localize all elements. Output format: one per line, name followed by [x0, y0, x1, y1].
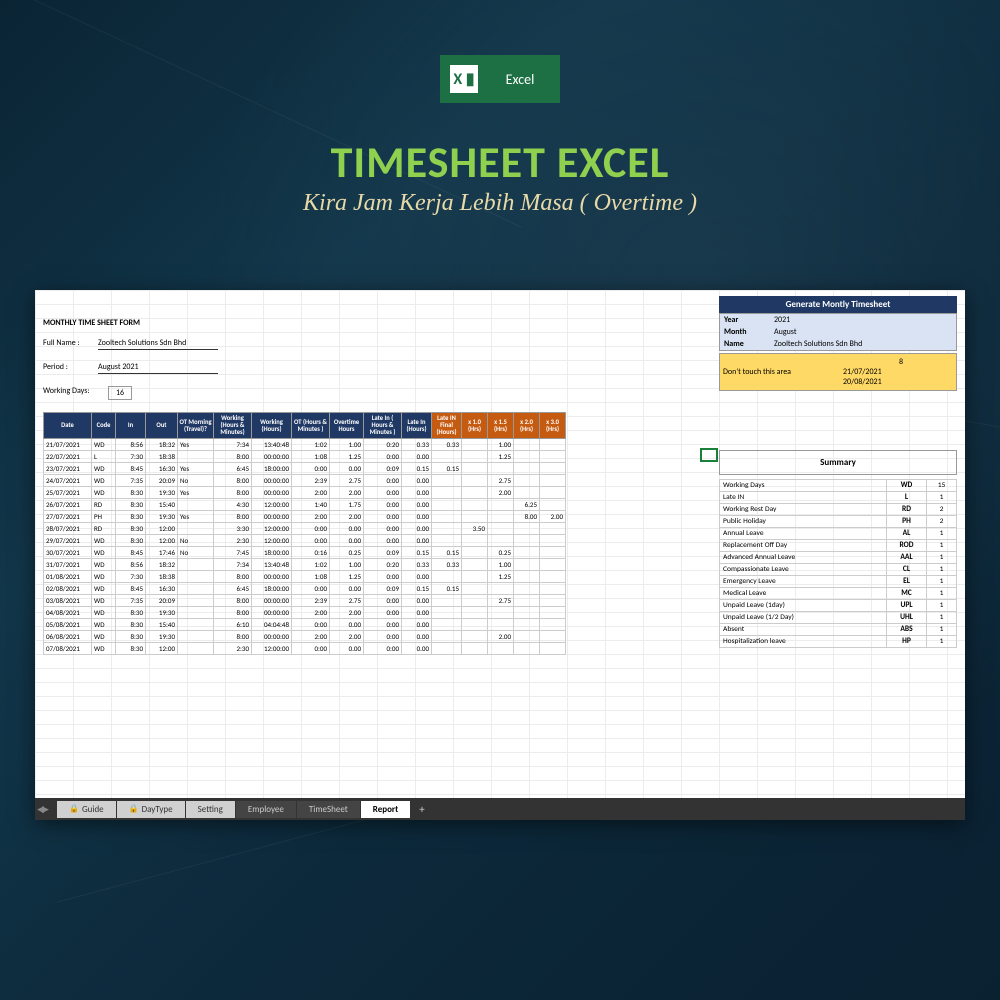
col-date: Date: [44, 413, 92, 439]
warning-panel: 8 Don't touch this area21/07/2021 20/08/…: [719, 353, 957, 391]
col-overtime-h: Overtime Hours: [330, 413, 364, 439]
excel-badge: X ▮ Excel: [440, 55, 560, 103]
lock-icon: 🔒: [69, 804, 79, 814]
full-name-value[interactable]: Zooltech Solutions Sdn Bhd: [98, 338, 218, 350]
tab-guide[interactable]: 🔒Guide: [57, 801, 116, 818]
period-label: Period :: [43, 362, 98, 374]
summary-row: Annual LeaveAL1: [720, 528, 957, 540]
summary-row: Unpaid Leave (1day)UPL1: [720, 600, 957, 612]
col-code: Code: [92, 413, 116, 439]
table-row[interactable]: 31/07/2021WD8:5618:327:3413:40:481:021.0…: [44, 559, 566, 571]
col-latein-final: Late IN Final (Hours): [432, 413, 462, 439]
col-working-hm: Working (Hours & Minutes): [214, 413, 252, 439]
table-row[interactable]: 24/07/2021WD7:3520:09No8:0000:00:002:392…: [44, 475, 566, 487]
tab-nav-icon[interactable]: ◀ ▶: [37, 804, 47, 815]
gen-year-label: Year: [724, 315, 774, 325]
summary-row: Replacement Off DayROD1: [720, 540, 957, 552]
spreadsheet-window: MONTHLY TIME SHEET FORM Full Name : Zool…: [35, 290, 965, 820]
page-subtitle: Kira Jam Kerja Lebih Masa ( Overtime ): [0, 190, 1000, 217]
table-row[interactable]: 06/08/2021WD8:3019:308:0000:00:002:002.0…: [44, 631, 566, 643]
tab-add-button[interactable]: +: [411, 803, 432, 816]
summary-row: Medical LeaveMC1: [720, 588, 957, 600]
period-value[interactable]: August 2021: [98, 362, 218, 374]
table-row[interactable]: 04/08/2021WD8:3019:308:0000:00:002:002.0…: [44, 607, 566, 619]
tab-daytype[interactable]: 🔒DayType: [117, 801, 185, 818]
table-row[interactable]: 05/08/2021WD8:3015:406:1004:04:480:000.0…: [44, 619, 566, 631]
summary-row: Emergency LeaveEL1: [720, 576, 957, 588]
summary-row: Compassionate LeaveCL1: [720, 564, 957, 576]
warn-date2: 20/08/2021: [843, 377, 882, 387]
summary-table: Working DaysWD15Late INL1Working Rest Da…: [719, 479, 957, 648]
gen-month-label: Month: [724, 327, 774, 337]
table-row[interactable]: 23/07/2021WD8:4516:30Yes6:4518:00:000:00…: [44, 463, 566, 475]
col-x10: x 1.0 (Hrs): [462, 413, 488, 439]
generate-title: Generate Montly Timesheet: [719, 296, 957, 313]
summary-row: Public HolidayPH2: [720, 516, 957, 528]
excel-label: Excel: [488, 71, 560, 88]
gen-year[interactable]: 2021: [774, 315, 790, 325]
warn-text: Don't touch this area: [723, 367, 843, 377]
col-out: Out: [146, 413, 178, 439]
summary-row: Unpaid Leave (1/2 Day)UHL1: [720, 612, 957, 624]
table-row[interactable]: 26/07/2021RD8:3015:404:3012:00:001:401.7…: [44, 499, 566, 511]
generate-panel: Generate Montly Timesheet Year2021 Month…: [719, 296, 957, 391]
summary-row: Advanced Annual LeaveAAL1: [720, 552, 957, 564]
summary-row: Working DaysWD15: [720, 480, 957, 492]
tab-setting[interactable]: Setting: [186, 801, 235, 818]
page-title: TIMESHEET EXCEL: [0, 135, 1000, 189]
lock-icon: 🔒: [129, 804, 139, 814]
table-row[interactable]: 29/07/2021WD8:3012:00No2:3012:00:000:000…: [44, 535, 566, 547]
working-days-label: Working Days:: [43, 386, 108, 400]
table-row[interactable]: 03/08/2021WD7:3520:098:0000:00:002:392.7…: [44, 595, 566, 607]
col-ot-hm: OT (Hours & Minutes ): [292, 413, 330, 439]
table-row[interactable]: 01/08/2021WD7:3018:388:0000:00:001:081.2…: [44, 571, 566, 583]
table-row[interactable]: 28/07/2021RD8:3012:003:3012:00:000:000.0…: [44, 523, 566, 535]
tab-report[interactable]: Report: [361, 801, 410, 818]
col-x20: x 2.0 (Hrs): [514, 413, 540, 439]
cell-selection[interactable]: [700, 448, 718, 462]
gen-month[interactable]: August: [774, 327, 797, 337]
tab-timesheet[interactable]: TimeSheet: [297, 801, 360, 818]
col-x15: x 1.5 (Hrs): [488, 413, 514, 439]
table-row[interactable]: 22/07/2021L7:3018:388:0000:00:001:081.25…: [44, 451, 566, 463]
gen-name[interactable]: Zooltech Solutions Sdn Bhd: [774, 339, 862, 349]
table-row[interactable]: 02/08/2021WD8:4516:306:4518:00:000:000.0…: [44, 583, 566, 595]
col-ot-morning: OT Morning (Travel)?: [178, 413, 214, 439]
table-row[interactable]: 30/07/2021WD8:4517:46No7:4518:00:000:160…: [44, 547, 566, 559]
summary-row: AbsentABS1: [720, 624, 957, 636]
col-x30: x 3.0 (Hrs): [540, 413, 566, 439]
summary-title: Summary: [719, 450, 957, 475]
summary-row: Late INL1: [720, 492, 957, 504]
full-name-label: Full Name :: [43, 338, 98, 350]
warn-date1: 21/07/2021: [843, 367, 882, 377]
table-row[interactable]: 07/08/2021WD8:3012:002:3012:00:000:000.0…: [44, 643, 566, 655]
col-latein-hm: Late In ( Hours & Minutes ): [364, 413, 402, 439]
gen-name-label: Name: [724, 339, 774, 349]
table-row[interactable]: 21/07/2021WD8:5618:32Yes7:3413:40:481:02…: [44, 439, 566, 451]
working-days-value[interactable]: 16: [108, 386, 132, 400]
summary-row: Working Rest DayRD2: [720, 504, 957, 516]
yellow-num: 8: [723, 357, 953, 367]
timesheet-table[interactable]: Date Code In Out OT Morning (Travel)? Wo…: [43, 412, 566, 655]
sheet-tabs: ◀ ▶ 🔒Guide 🔒DayType Setting Employee Tim…: [35, 798, 965, 820]
table-row[interactable]: 27/07/2021PH8:3019:30Yes8:0000:00:002:00…: [44, 511, 566, 523]
col-latein-h: Late In (Hours): [402, 413, 432, 439]
excel-icon: X ▮: [440, 55, 488, 103]
col-working-h: Working (Hours): [252, 413, 292, 439]
summary-panel: Summary Working DaysWD15Late INL1Working…: [719, 450, 957, 648]
tab-employee[interactable]: Employee: [236, 801, 296, 818]
col-in: In: [116, 413, 146, 439]
table-row[interactable]: 25/07/2021WD8:3019:30Yes8:0000:00:002:00…: [44, 487, 566, 499]
summary-row: Hospitalization leaveHP1: [720, 636, 957, 648]
